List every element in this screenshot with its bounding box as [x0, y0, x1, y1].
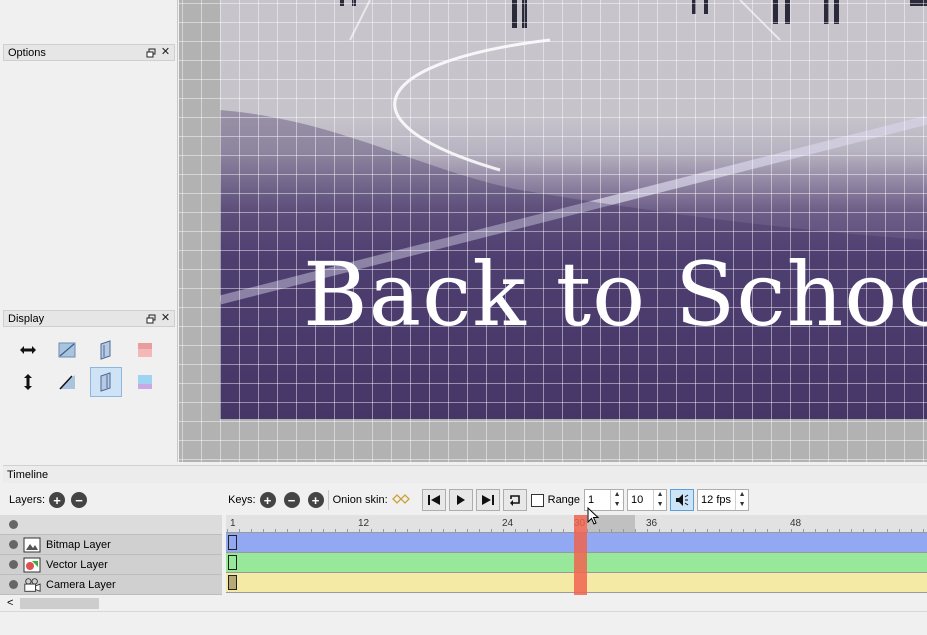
onion-skin-toggle[interactable] — [391, 493, 410, 507]
range-label: Range — [547, 494, 581, 506]
outline-icon — [58, 342, 76, 358]
float-panel-icon[interactable] — [145, 313, 156, 324]
timeline-panel-title: Timeline — [3, 465, 927, 483]
ruler-label: 24 — [502, 518, 514, 529]
visibility-all-toggle[interactable] — [9, 520, 18, 529]
layer-name: Bitmap Layer — [46, 538, 111, 551]
mouse-cursor-icon — [587, 507, 600, 525]
ruler-label: 36 — [646, 518, 658, 529]
thin-lines-button[interactable] — [51, 367, 83, 397]
plus-icon: + — [263, 492, 272, 508]
add-layer-button[interactable]: + — [49, 492, 66, 508]
drawing-canvas[interactable]: Back to School — [179, 0, 927, 462]
playhead[interactable] — [574, 515, 587, 595]
toolbar-divider — [327, 490, 329, 510]
minus-icon: − — [287, 492, 296, 508]
camera-layer-icon — [23, 577, 41, 593]
onion-red-icon — [138, 343, 152, 357]
layer-row-camera[interactable]: Camera Layer — [0, 575, 222, 595]
range-end-value: 10 — [631, 494, 644, 506]
left-dock-column: Options ✕ Display ✕ — [0, 0, 178, 462]
visibility-dot[interactable] — [9, 540, 18, 549]
previous-keyframe-button[interactable] — [421, 489, 446, 511]
visibility-dot[interactable] — [9, 560, 18, 569]
thin-lines-icon — [59, 375, 75, 390]
vertical-flip-button[interactable] — [12, 367, 44, 397]
display-panel-label: Display — [8, 312, 45, 325]
fps-value: 12 fps — [701, 494, 732, 506]
timeline-frames[interactable]: 1 12 24 30 36 48 — [226, 507, 927, 595]
loop-icon — [509, 495, 520, 506]
options-panel-label: Options — [8, 46, 46, 59]
layer-row-vector[interactable]: Vector Layer — [0, 555, 222, 575]
onion-skin-icon — [391, 493, 410, 504]
layer-name: Camera Layer — [46, 578, 116, 591]
range-checkbox[interactable]: Range — [530, 493, 581, 507]
background-photo — [220, 0, 927, 419]
display-panel-title: Display ✕ — [3, 310, 175, 327]
onion-next-button[interactable] — [90, 367, 122, 397]
ruler-label: 1 — [230, 518, 236, 529]
bitmap-layer-icon — [23, 537, 41, 553]
remove-key-button[interactable]: − — [283, 492, 300, 508]
onion-blue-button[interactable] — [129, 367, 161, 397]
plus-icon: + — [311, 492, 320, 508]
visibility-dot[interactable] — [9, 580, 18, 589]
onion-prev-button[interactable] — [90, 335, 122, 365]
float-panel-icon[interactable] — [145, 47, 156, 58]
close-panel-icon[interactable]: ✕ — [160, 47, 171, 58]
onion-skin-label: Onion skin: — [332, 494, 388, 506]
canvas-headline-text: Back to School — [303, 243, 927, 346]
layer-row-bitmap[interactable]: Bitmap Layer — [0, 535, 222, 555]
layer-list: Bitmap Layer Vector Layer Camera Layer — [0, 515, 222, 595]
stepper-arrows: ▲ ▼ — [735, 490, 748, 510]
play-button[interactable] — [448, 489, 473, 511]
timeline-scrollbar[interactable]: < — [3, 596, 927, 610]
keys-label: Keys: — [228, 494, 256, 506]
stepper-arrows: ▲ ▼ — [653, 490, 666, 510]
play-icon — [456, 495, 465, 505]
range-end-stepper[interactable]: 10 ▲ ▼ — [627, 489, 668, 511]
horizontal-flip-icon — [20, 346, 36, 354]
vector-layer-icon — [23, 557, 41, 573]
sound-toggle-button[interactable] — [670, 489, 695, 511]
range-start-value: 1 — [588, 494, 595, 506]
duplicate-key-button[interactable]: + — [307, 492, 324, 508]
status-bar — [0, 611, 927, 635]
prev-frame-icon — [427, 495, 440, 505]
loop-button[interactable] — [502, 489, 527, 511]
minus-icon: − — [75, 492, 83, 508]
options-panel-title: Options ✕ — [3, 44, 175, 61]
vertical-flip-icon — [24, 374, 32, 390]
layers-label: Layers: — [9, 494, 46, 506]
remove-layer-button[interactable]: − — [71, 492, 88, 508]
layer-list-header — [0, 515, 222, 535]
close-panel-icon[interactable]: ✕ — [160, 313, 171, 324]
onion-red-button[interactable] — [129, 335, 161, 365]
add-key-button[interactable]: + — [259, 492, 276, 508]
speaker-icon — [676, 494, 689, 506]
ruler-label: 48 — [790, 518, 802, 529]
next-frame-icon — [481, 495, 494, 505]
onion-prev-icon — [100, 340, 111, 360]
horizontal-flip-button[interactable] — [12, 335, 44, 365]
next-keyframe-button[interactable] — [475, 489, 500, 511]
display-tools-grid — [12, 335, 161, 397]
onion-next-icon — [100, 372, 111, 392]
onion-blue-icon — [138, 375, 152, 389]
timeline-toolbar: Layers: + − Keys: + − + Onion skin: Rang… — [0, 486, 927, 514]
stepper-arrows: ▲ ▼ — [610, 490, 623, 510]
checkbox-box — [530, 493, 544, 507]
outline-button[interactable] — [51, 335, 83, 365]
fps-stepper[interactable]: 12 fps ▲ ▼ — [697, 489, 750, 511]
scroll-left-arrow[interactable]: < — [7, 597, 13, 609]
ruler-label: 12 — [358, 518, 370, 529]
keyframe[interactable] — [228, 555, 237, 570]
layer-name: Vector Layer — [46, 558, 108, 571]
scrollbar-thumb[interactable] — [20, 598, 99, 609]
keyframe[interactable] — [228, 535, 237, 550]
plus-icon: + — [53, 492, 61, 508]
keyframe[interactable] — [228, 575, 237, 590]
